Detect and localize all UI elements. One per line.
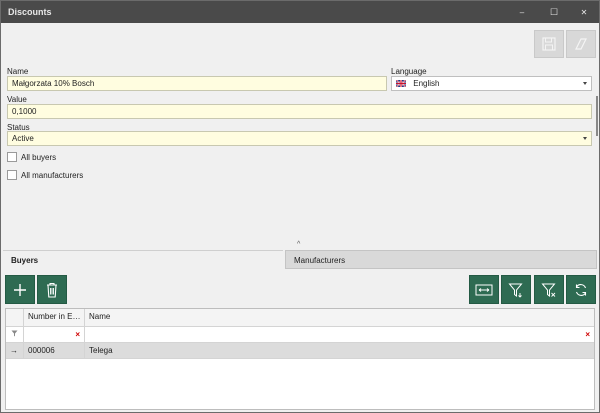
close-button[interactable]: ✕ xyxy=(568,1,600,23)
eraser-icon xyxy=(575,38,587,50)
value-value: 0,1000 xyxy=(12,107,37,116)
filter-clear-icon xyxy=(541,283,556,297)
clear-filter-icon[interactable]: × xyxy=(585,330,590,339)
close-icon: ✕ xyxy=(580,7,588,17)
value-field[interactable]: 0,1000 xyxy=(7,104,592,119)
filter-add-icon xyxy=(508,283,523,298)
column-header-name[interactable]: Name xyxy=(85,309,594,327)
minimize-icon: – xyxy=(519,7,525,17)
tab-buyers-label: Buyers xyxy=(11,256,39,265)
grid-corner xyxy=(6,309,24,327)
buyers-grid: Number in E… Name × × → 000006 Telega xyxy=(5,308,595,410)
status-value: Active xyxy=(12,134,34,143)
tab-manufacturers-label: Manufacturers xyxy=(294,256,346,265)
save-icon xyxy=(542,37,556,51)
add-button[interactable] xyxy=(5,275,35,304)
fit-columns-button[interactable] xyxy=(469,275,499,304)
name-value: Małgorzata 10% Bosch xyxy=(12,79,95,88)
filter-add-button[interactable] xyxy=(501,275,531,304)
trash-icon xyxy=(47,282,57,298)
all-manufacturers-checkbox[interactable]: All manufacturers xyxy=(7,170,83,180)
window-title: Discounts xyxy=(8,7,52,17)
maximize-button[interactable]: ☐ xyxy=(538,1,570,23)
detail-tabs: Buyers Manufacturers xyxy=(3,250,597,269)
uk-flag-icon xyxy=(395,79,407,88)
refresh-icon xyxy=(575,283,587,296)
name-field[interactable]: Małgorzata 10% Bosch xyxy=(7,76,387,91)
cell-name-value: Telega xyxy=(89,346,113,355)
maximize-icon: ☐ xyxy=(549,6,559,17)
column-header-number[interactable]: Number in E… xyxy=(24,309,85,327)
delete-button[interactable] xyxy=(37,275,67,304)
language-select[interactable]: English xyxy=(391,76,592,91)
filter-number-input[interactable]: × xyxy=(24,327,85,343)
all-buyers-label: All buyers xyxy=(21,152,57,162)
table-cell-name[interactable]: Telega xyxy=(85,343,594,359)
tab-buyers[interactable]: Buyers xyxy=(3,250,283,269)
fit-columns-icon xyxy=(475,284,493,295)
checkbox-box[interactable] xyxy=(7,170,17,180)
arrow-right-icon: → xyxy=(10,346,18,355)
scrollbar[interactable] xyxy=(596,96,598,136)
filter-name-input[interactable]: × xyxy=(85,327,594,343)
column-header-name-label: Name xyxy=(89,312,111,321)
language-label: Language xyxy=(391,67,427,76)
all-buyers-checkbox[interactable]: All buyers xyxy=(7,152,56,162)
status-select[interactable]: Active xyxy=(7,131,592,146)
chevron-down-icon xyxy=(583,137,587,140)
checkbox-box[interactable] xyxy=(7,152,17,162)
filter-icon xyxy=(11,330,18,337)
all-manufacturers-label: All manufacturers xyxy=(21,170,84,180)
add-icon xyxy=(14,283,26,296)
row-indicator[interactable]: → xyxy=(6,343,24,359)
cell-number-value: 000006 xyxy=(28,346,55,355)
clear-filter-icon[interactable]: × xyxy=(75,330,80,339)
chevron-down-icon xyxy=(583,82,587,85)
clear-button[interactable] xyxy=(566,30,596,58)
filter-clear-button[interactable] xyxy=(534,275,564,304)
filter-row-icon-cell xyxy=(6,327,24,343)
value-label: Value xyxy=(7,95,27,104)
table-cell-number[interactable]: 000006 xyxy=(24,343,85,359)
title-bar: Discounts – ☐ ✕ xyxy=(1,1,599,23)
discounts-window: Discounts – ☐ ✕ Name Małgorzata 10% Bosc… xyxy=(0,0,600,413)
name-label: Name xyxy=(7,67,29,76)
column-header-number-label: Number in E… xyxy=(28,312,81,321)
tab-manufacturers[interactable]: Manufacturers xyxy=(285,250,597,269)
language-value: English xyxy=(413,79,440,88)
minimize-button[interactable]: – xyxy=(506,1,538,23)
refresh-button[interactable] xyxy=(566,275,596,304)
splitter-collapse-icon[interactable]: ^ xyxy=(297,241,300,248)
save-button[interactable] xyxy=(534,30,564,58)
